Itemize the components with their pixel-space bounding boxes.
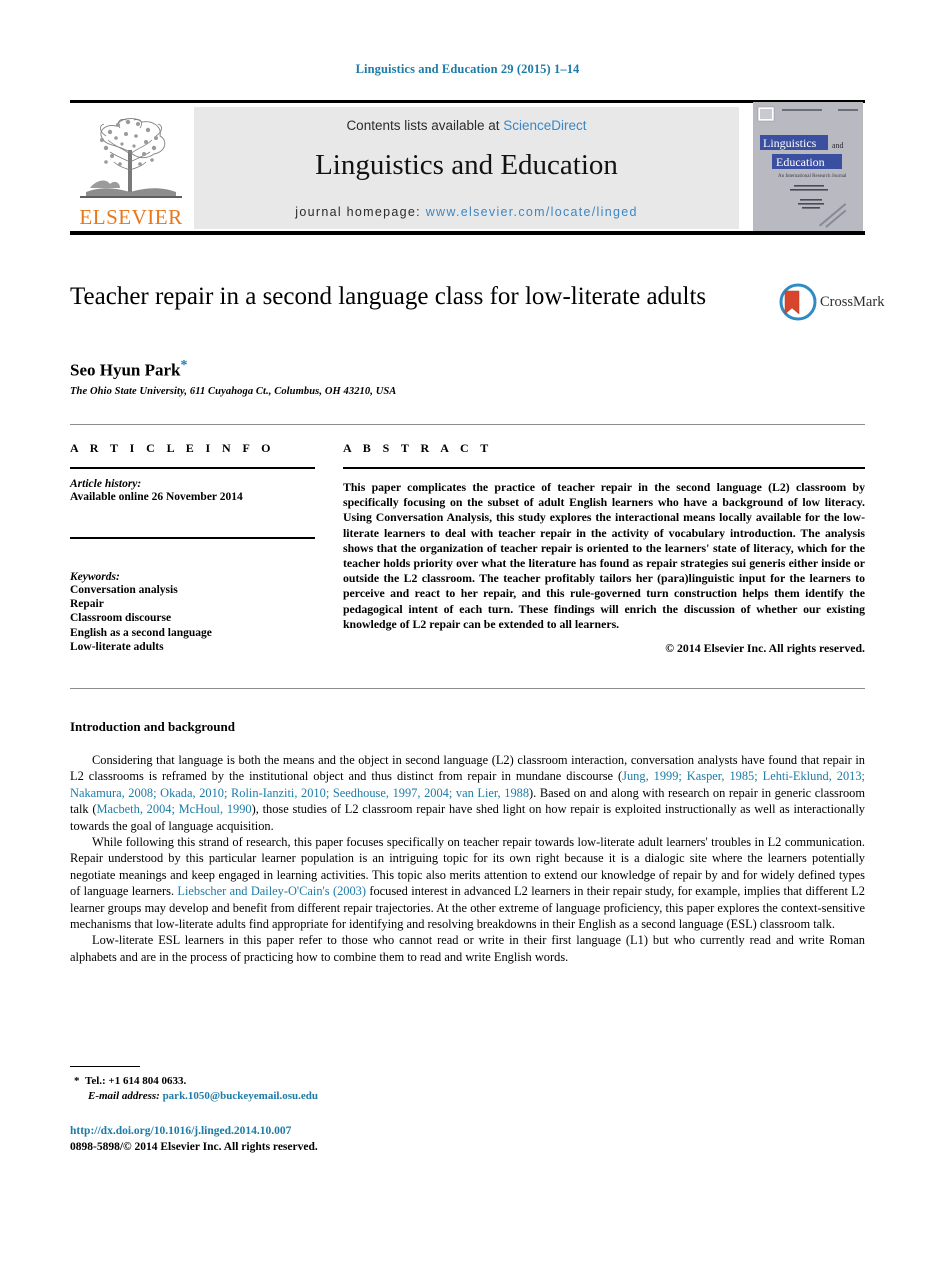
abstract-bottom-rule — [70, 688, 865, 689]
citation-link[interactable]: Macbeth, 2004; McHoul, 1990 — [96, 802, 251, 816]
keyword-item: Conversation analysis — [70, 584, 178, 596]
elsevier-logo: ELSEVIER — [72, 106, 190, 230]
contents-prefix: Contents lists available at — [346, 118, 504, 133]
section-heading-introduction: Introduction and background — [70, 719, 235, 734]
keyword-item: English as a second language — [70, 626, 212, 639]
svg-text:and: and — [832, 141, 844, 150]
masthead-band: Contents lists available at ScienceDirec… — [194, 107, 739, 229]
running-head: Linguistics and Education 29 (2015) 1–14 — [355, 62, 580, 76]
email-address-label: E-mail address: — [88, 1090, 160, 1102]
crossmark-label: CrossMark — [820, 294, 885, 310]
keyword-item: Classroom discourse — [70, 612, 172, 625]
journal-homepage-line: journal homepage: www.elsevier.com/locat… — [194, 205, 739, 219]
article-page: Linguistics and Education 29 (2015) 1–14 — [0, 0, 935, 1266]
body-text: Considering that language is both the me… — [70, 752, 865, 965]
masthead-bottom-rule — [70, 231, 865, 235]
keyword-item: Repair — [70, 598, 104, 611]
author-footnote-marker[interactable]: * — [181, 358, 188, 373]
footnote-tel-line: * Tel.: +1 614 804 0633. — [74, 1074, 494, 1089]
citation-link[interactable]: Liebscher and Dailey-O'Cain's (2003) — [177, 884, 366, 898]
doi-link[interactable]: http://dx.doi.org/10.1016/j.linged.2014.… — [70, 1125, 291, 1137]
article-info-heading: A R T I C L E I N F O — [70, 441, 275, 455]
abstract-text: This paper complicates the practice of t… — [343, 480, 865, 631]
masthead-top-rule — [70, 100, 865, 103]
journal-homepage-link[interactable]: www.elsevier.com/locate/linged — [426, 205, 638, 219]
svg-text:Education: Education — [776, 155, 825, 169]
crossmark-badge[interactable]: CrossMark — [778, 282, 884, 324]
article-info-column: A R T I C L E I N F O Article history: A… — [70, 441, 315, 654]
svg-text:Linguistics: Linguistics — [763, 136, 817, 150]
footnote-email-line: E-mail address: park.1050@buckeyemail.os… — [74, 1089, 494, 1104]
keywords-divider — [70, 537, 315, 539]
elsevier-wordmark: ELSEVIER — [79, 205, 183, 229]
keywords-label: Keywords: — [70, 571, 120, 583]
keyword-item: Low-literate adults — [70, 640, 164, 653]
author-name: Seo Hyun Park* — [70, 358, 188, 381]
abstract-heading: A B S T R A C T — [343, 441, 493, 455]
footnote-marker: * — [74, 1075, 80, 1087]
footnote-rule — [70, 1066, 140, 1067]
abstract-column: A B S T R A C T This paper complicates t… — [343, 441, 865, 656]
homepage-prefix: journal homepage: — [295, 205, 426, 219]
affiliation: The Ohio State University, 611 Cuyahoga … — [70, 386, 397, 397]
paragraph-2: While following this strand of research,… — [70, 834, 865, 932]
email-address-link[interactable]: park.1050@buckeyemail.osu.edu — [163, 1090, 318, 1102]
abstract-divider — [343, 467, 865, 469]
journal-title: Linguistics and Education — [315, 149, 618, 181]
journal-cover-thumbnail[interactable]: Linguistics and Education An Internation… — [753, 102, 863, 232]
page-title: Teacher repair in a second language clas… — [70, 283, 707, 310]
footnote-block: * Tel.: +1 614 804 0633. E-mail address:… — [74, 1074, 494, 1104]
issn-copyright-line: 0898-5898/© 2014 Elsevier Inc. All right… — [70, 1141, 318, 1153]
footnote-tel: Tel.: +1 614 804 0633. — [85, 1075, 187, 1087]
paragraph-3: Low-literate ESL learners in this paper … — [70, 933, 865, 964]
elsevier-tree-icon — [76, 110, 186, 202]
paragraph-1: Considering that language is both the me… — [70, 752, 865, 834]
svg-text:An International Research Jour: An International Research Journal — [778, 174, 847, 179]
article-info-divider — [70, 467, 315, 469]
abstract-copyright: © 2014 Elsevier Inc. All rights reserved… — [665, 641, 865, 656]
article-history-label: Article history: — [70, 478, 142, 490]
info-top-rule — [70, 424, 865, 425]
author-label: Seo Hyun Park — [70, 360, 181, 380]
journal-masthead: ELSEVIER Contents lists available at Sci… — [70, 100, 865, 235]
sciencedirect-link[interactable]: ScienceDirect — [503, 118, 586, 133]
contents-list-line: Contents lists available at ScienceDirec… — [194, 118, 739, 133]
article-history-value: Available online 26 November 2014 — [70, 491, 243, 503]
